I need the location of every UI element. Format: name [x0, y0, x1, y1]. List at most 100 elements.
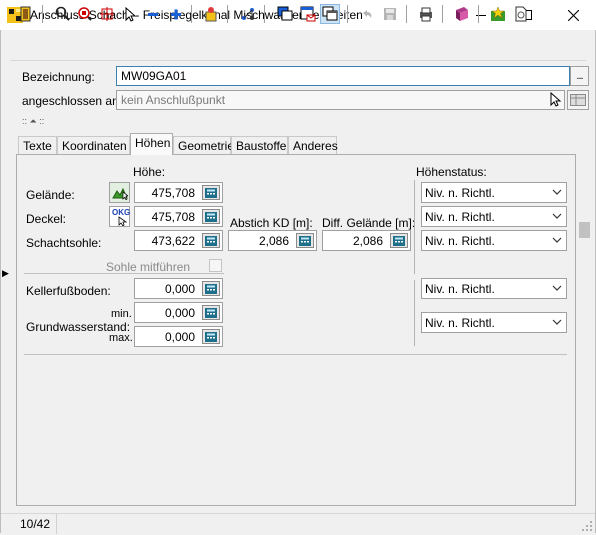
angeschlossen-label: angeschlossen an: [22, 94, 123, 108]
table-button[interactable] [567, 90, 589, 110]
gelaende-label: Gelände: [26, 188, 75, 202]
toolbar-separator [347, 5, 348, 23]
tab-baustoffe[interactable]: Baustoffe [231, 136, 288, 154]
zoom-in-button[interactable] [166, 4, 186, 24]
calculator-button[interactable] [202, 185, 220, 200]
star-button[interactable] [488, 4, 508, 24]
tab-texte[interactable]: Texte [18, 136, 57, 154]
schachtsohle-field[interactable]: 473,622 [134, 230, 223, 251]
deckel-label: Deckel: [26, 212, 67, 226]
chevron-down-icon [552, 211, 562, 221]
crosshair-icon [100, 7, 114, 21]
status-schachtsohle-select[interactable]: Niv. n. Richtl. [421, 230, 567, 251]
status-deckel-select[interactable]: Niv. n. Richtl. [421, 206, 567, 227]
deckel-field[interactable]: 475,708 [134, 206, 223, 227]
calculator-button[interactable] [202, 281, 220, 296]
calculator-button[interactable] [202, 305, 220, 320]
window-mail-button[interactable] [298, 4, 318, 24]
gelaende-field[interactable]: 475,708 [134, 182, 223, 203]
toolbar [10, 32, 586, 61]
network-icon [242, 8, 254, 20]
calculator-button[interactable] [202, 209, 220, 224]
book-icon [456, 7, 468, 21]
calculator-button[interactable] [202, 233, 220, 248]
wizard-button[interactable] [201, 4, 221, 24]
column-divider [414, 280, 415, 346]
window-copy-button[interactable] [320, 4, 340, 24]
undo-button[interactable] [357, 4, 377, 24]
wizard-icon [205, 7, 217, 22]
schachtsohle-label: Schachtsohle: [26, 236, 102, 250]
grundwasser-max-field[interactable]: 0,000 [134, 326, 223, 347]
ellipsis-button[interactable]: ... [570, 66, 589, 86]
toolbar-separator [442, 5, 443, 23]
window-stack-button[interactable] [275, 4, 295, 24]
status-gelaende-select[interactable]: Niv. n. Richtl. [421, 182, 567, 203]
pick-pointer-icon[interactable] [548, 91, 564, 111]
splitter-grip[interactable]: :: ⏶ :: [22, 116, 44, 127]
angeschlossen-input[interactable]: kein Anschlußpunkt [116, 90, 565, 110]
exit-door-icon [20, 6, 31, 22]
calculator-icon [205, 307, 217, 318]
calculator-icon [205, 211, 217, 222]
save-icon [384, 8, 396, 20]
close-icon [567, 9, 579, 21]
toolbar-separator [406, 5, 407, 23]
window-copy-icon [322, 6, 338, 21]
diff-gelaende-field[interactable]: 2,086 [322, 230, 411, 251]
sohle-mitfuehren-checkbox[interactable] [209, 259, 222, 272]
collapse-arrow-icon[interactable]: ▶ [2, 268, 9, 279]
terrain-button[interactable] [109, 182, 130, 203]
star-icon [491, 6, 505, 21]
scrollbar-thumb[interactable] [579, 222, 590, 238]
grundwasser-min-field[interactable]: 0,000 [134, 302, 223, 323]
calculator-button[interactable] [202, 329, 220, 344]
undo-icon [363, 10, 372, 18]
kellerfussboden-label: Kellerfußboden: [26, 284, 111, 298]
tab-koordinaten[interactable]: Koordinaten [57, 136, 130, 154]
bottom-divider [24, 354, 567, 355]
status-grundwasser-select[interactable]: Niv. n. Richtl. [421, 312, 567, 333]
tab-hoehen[interactable]: Höhen [130, 133, 173, 155]
print-icon [420, 7, 432, 22]
chevron-down-icon [552, 317, 562, 327]
tab-geometrie[interactable]: Geometrie [173, 136, 234, 154]
status-deckel-value: Niv. n. Richtl. [425, 210, 495, 224]
column-divider [414, 180, 415, 274]
okg-button[interactable]: OKG [109, 206, 130, 227]
hoehe-header: Höhe: [133, 165, 166, 179]
calculator-button[interactable] [296, 233, 314, 248]
calculator-icon [393, 235, 405, 246]
toolbar-separator [478, 5, 479, 23]
gelaende-value: 475,708 [151, 186, 195, 200]
abstich-field[interactable]: 2,086 [228, 230, 317, 251]
zoom-button[interactable] [53, 4, 73, 24]
bezeichnung-input[interactable]: MW09GA01 [116, 66, 570, 86]
kellerfussboden-field[interactable]: 0,000 [134, 278, 223, 299]
document-button[interactable] [511, 4, 531, 24]
vertical-scrollbar[interactable] [576, 154, 593, 506]
network-button[interactable] [238, 4, 258, 24]
tab-anderes[interactable]: Anderes [288, 136, 338, 154]
zoom-extents-icon [78, 7, 92, 21]
calculator-icon [299, 235, 311, 246]
status-kellerfussboden-select[interactable]: Niv. n. Richtl. [421, 278, 567, 299]
calculator-icon [205, 235, 217, 246]
pointer-button[interactable] [120, 4, 140, 24]
close-button[interactable] [550, 0, 596, 30]
crosshair-button[interactable] [97, 4, 117, 24]
status-kellerfussboden-value: Niv. n. Richtl. [425, 282, 495, 296]
chevron-down-icon [552, 283, 562, 293]
calculator-button[interactable] [390, 233, 408, 248]
status-gelaende-value: Niv. n. Richtl. [425, 186, 495, 200]
save-button[interactable] [380, 4, 400, 24]
zoom-icon [55, 6, 70, 21]
bezeichnung-label: Bezeichnung: [22, 70, 95, 84]
book-button[interactable] [452, 4, 472, 24]
print-button[interactable] [416, 4, 436, 24]
exit-button[interactable] [16, 4, 36, 24]
kellerfussboden-value: 0,000 [164, 282, 195, 296]
zoom-extents-button[interactable] [75, 4, 95, 24]
zoom-out-button[interactable] [143, 4, 163, 24]
status-grundwasser-value: Niv. n. Richtl. [425, 316, 495, 330]
